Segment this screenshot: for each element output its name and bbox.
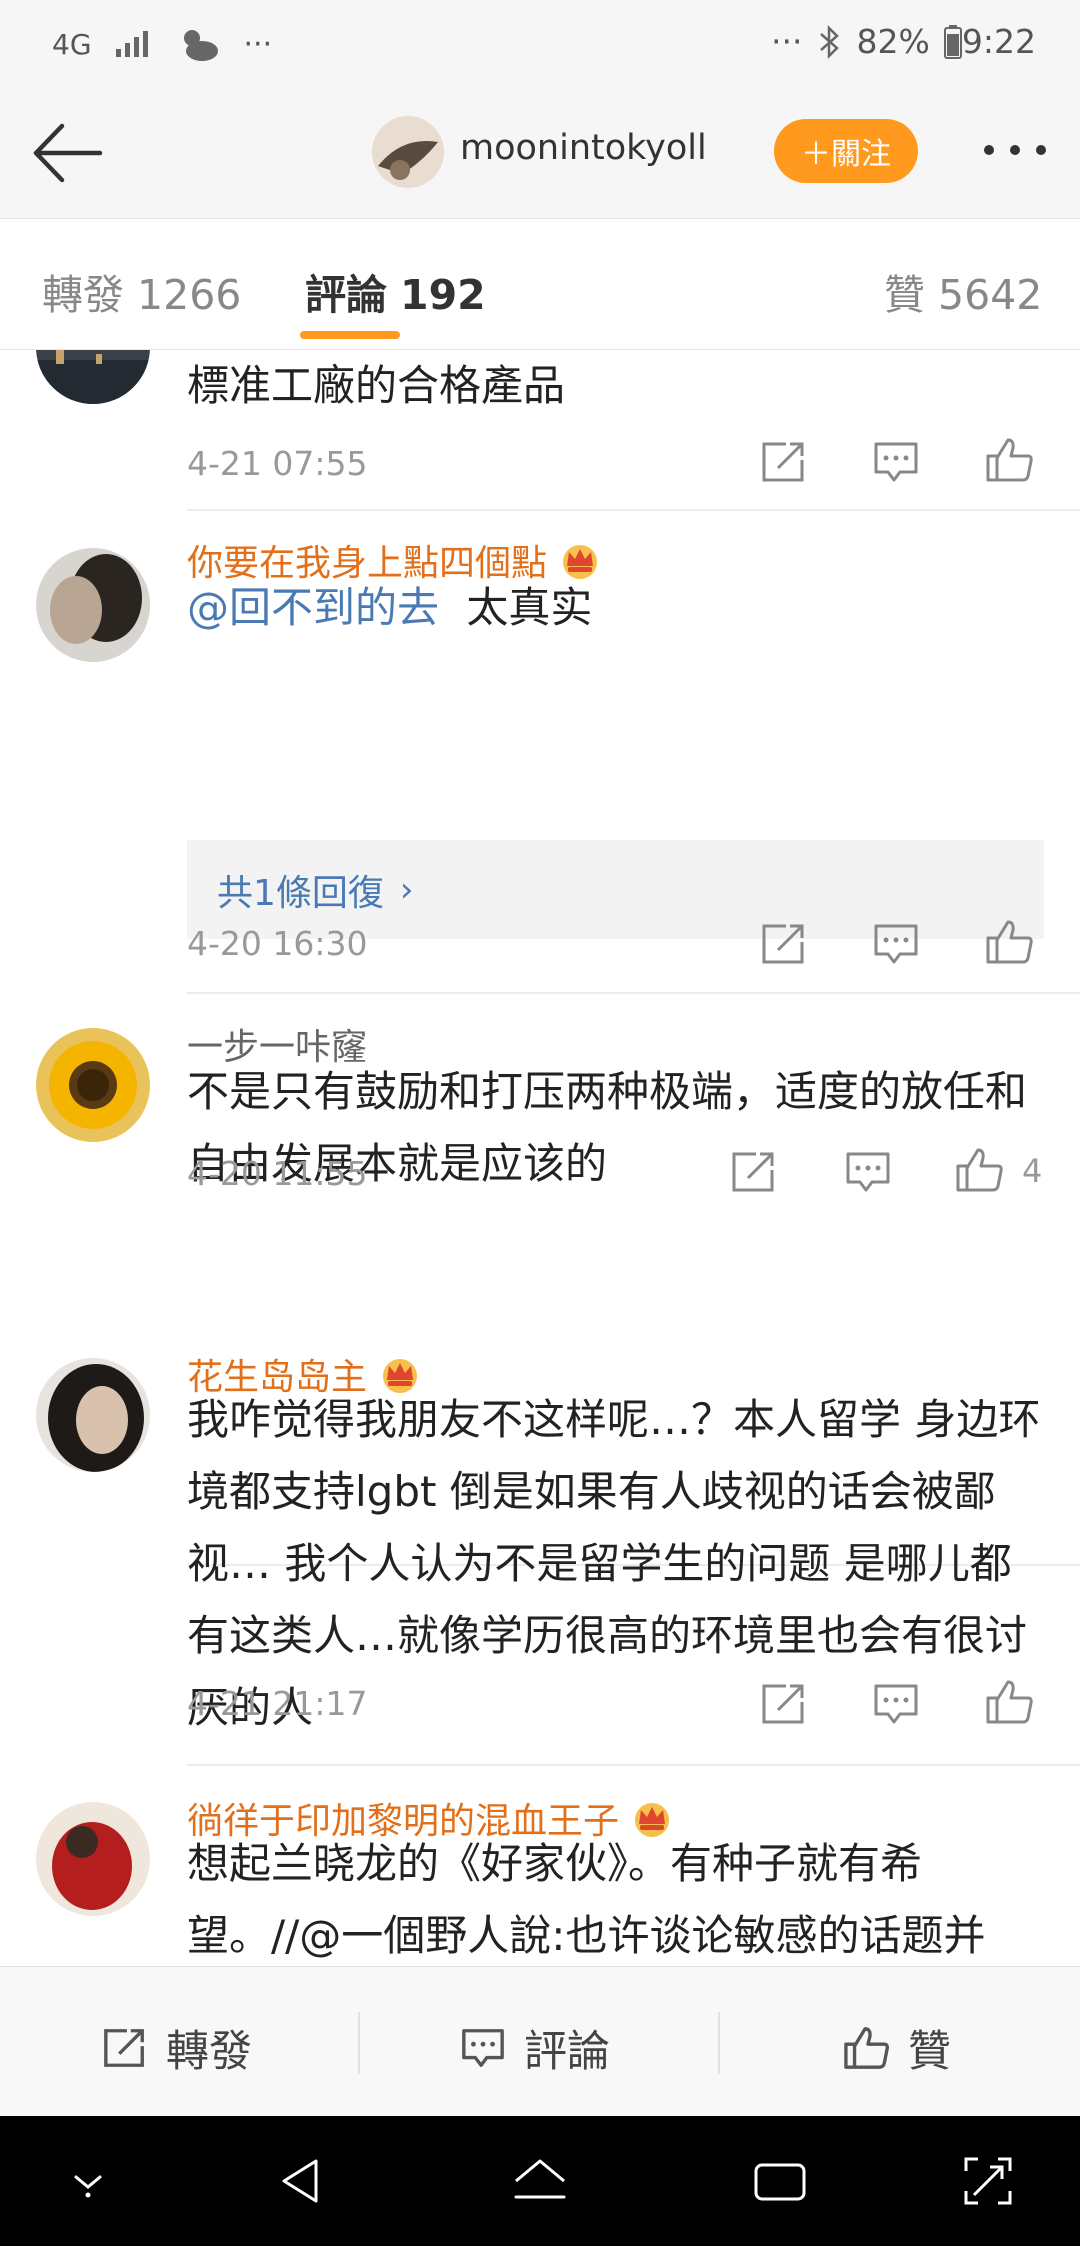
repost-button-label: 轉發 (166, 2027, 252, 2077)
comment-avatar[interactable] (36, 1802, 150, 1916)
tab-comments-count: 192 (400, 271, 486, 319)
status-bar: 4G ··· ··· 82% 9:22 (0, 0, 1080, 90)
comment-text: 標准工廠的合格產品 (187, 361, 566, 410)
back-arrow-icon[interactable] (28, 120, 108, 186)
comment-list[interactable]: 標准工廠的合格產品 4-21 07:55 你要在我身上點四個點 @回不到的去 太… (0, 350, 1080, 1966)
expand-nav-icon[interactable] (958, 2151, 1018, 2211)
like-icon (844, 2027, 889, 2069)
repost-icon[interactable] (758, 920, 810, 968)
chevron-right-icon: › (399, 869, 414, 910)
comment-time: 4-20 11:55 (187, 1154, 368, 1193)
battery-percent: 82% (856, 22, 930, 61)
comment-avatar[interactable] (36, 350, 150, 404)
like-icon[interactable] (984, 918, 1036, 966)
bottom-divider (718, 2012, 720, 2074)
more-options-icon[interactable] (980, 130, 1050, 170)
tab-reposts[interactable]: 轉發 1266 (42, 261, 241, 321)
tab-comments[interactable]: 評論 192 (305, 261, 486, 321)
like-count: 4 (1022, 1152, 1043, 1190)
repost-icon[interactable] (758, 1680, 810, 1728)
comment-body: 太真实 (466, 583, 593, 632)
comment-time: 4-21 21:17 (187, 1684, 368, 1723)
title-bar: moonintokyoll ＋關注 (0, 90, 1080, 219)
bottom-divider (358, 2012, 360, 2074)
comment-avatar[interactable] (36, 1028, 150, 1142)
clock: 9:22 (961, 22, 1036, 61)
repost-icon (104, 2029, 144, 2067)
network-indicator: 4G (52, 27, 92, 61)
tab-reposts-count: 1266 (137, 271, 242, 319)
tab-likes-count: 5642 (938, 271, 1043, 319)
repost-button[interactable]: 轉發 (100, 2017, 252, 2079)
comment-avatar[interactable] (36, 548, 150, 662)
header-username[interactable]: moonintokyoll (460, 128, 707, 168)
battery-icon (943, 24, 962, 59)
status-more-icon: ··· (243, 26, 273, 62)
comment-avatar[interactable] (36, 1358, 150, 1472)
tab-reposts-label: 轉發 (42, 271, 124, 319)
comment-icon[interactable] (842, 1148, 894, 1196)
status-dots-icon: ··· (771, 22, 803, 61)
comment-divider (187, 992, 1080, 994)
comment-icon[interactable] (870, 438, 922, 486)
tab-comments-label: 評論 (305, 271, 387, 319)
like-icon[interactable] (984, 436, 1036, 484)
signal-icon (115, 31, 148, 57)
comment-icon[interactable] (870, 920, 922, 968)
home-nav-icon[interactable] (510, 2151, 570, 2211)
tab-likes[interactable]: 贊 5642 (884, 261, 1042, 321)
comment-divider (187, 509, 1080, 511)
weather-icon (183, 30, 218, 61)
comment-icon[interactable] (870, 1680, 922, 1728)
repost-icon[interactable] (758, 438, 810, 486)
tab-bar: 轉發 1266 評論 192 贊 5642 (0, 219, 1080, 350)
recents-nav-icon[interactable] (750, 2151, 810, 2211)
reply-count: 共1條回復 (217, 872, 384, 914)
comment-mention[interactable]: @回不到的去 (187, 583, 439, 632)
system-nav-bar (0, 2116, 1080, 2246)
collapse-nav-icon[interactable] (58, 2151, 118, 2211)
bluetooth-icon (819, 24, 839, 59)
back-nav-icon[interactable] (272, 2151, 332, 2211)
follow-button[interactable]: ＋關注 (774, 119, 918, 183)
comment-button[interactable]: 評論 (458, 2017, 610, 2079)
like-button-label: 贊 (908, 2027, 951, 2077)
like-icon[interactable] (954, 1146, 1006, 1194)
repost-icon[interactable] (728, 1148, 780, 1196)
comment-text: @回不到的去 太真实 (187, 572, 1047, 644)
bottom-action-bar: 轉發 評論 贊 (0, 1966, 1080, 2117)
tab-likes-label: 贊 (884, 271, 925, 319)
comment-text: 想起兰晓龙的《好家伙》。有种子就有希望。//@一個野人說:也许谈论敏感的话题并 (187, 1839, 986, 1960)
comment-button-label: 評論 (524, 2027, 610, 2077)
comment-time: 4-20 16:30 (187, 924, 368, 963)
comment-divider (187, 1764, 1080, 1766)
like-icon[interactable] (984, 1678, 1036, 1726)
active-tab-indicator (300, 331, 400, 339)
comment-time: 4-21 07:55 (187, 444, 368, 483)
like-button[interactable]: 贊 (842, 2017, 951, 2079)
comment-icon (462, 2029, 504, 2067)
header-avatar[interactable] (372, 116, 444, 188)
